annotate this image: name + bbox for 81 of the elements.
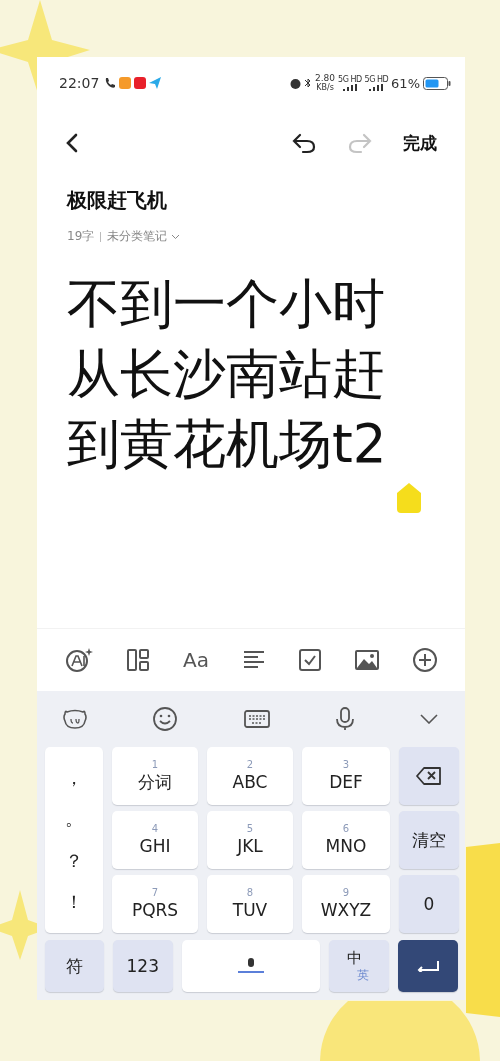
- chevron-down-icon: [171, 233, 181, 240]
- keypad-key[interactable]: 7 PQRS: [112, 875, 198, 933]
- punctuation-mark[interactable]: ！: [65, 890, 83, 915]
- cursor-handle[interactable]: [397, 483, 421, 513]
- punctuation-mark[interactable]: ？: [65, 848, 83, 873]
- phone-icon: [104, 77, 117, 89]
- keypad-key[interactable]: 9 WXYZ: [302, 875, 390, 933]
- note-text-line: 从长沙南站赶: [67, 342, 386, 406]
- key-label: TUV: [232, 899, 268, 921]
- key-label: DEF: [329, 771, 363, 793]
- send-icon: [149, 77, 162, 89]
- key-digit: 1: [151, 759, 159, 771]
- ai-icon[interactable]: [65, 648, 93, 672]
- language-key[interactable]: 中 英: [329, 940, 390, 992]
- collapse-icon[interactable]: [420, 714, 438, 724]
- delete-key[interactable]: [399, 747, 459, 805]
- note-text-line: 不到一个小时: [67, 272, 386, 336]
- key-label: ABC: [232, 771, 268, 793]
- undo-icon[interactable]: [291, 132, 317, 154]
- key-digit: 5: [246, 823, 254, 835]
- microphone-icon[interactable]: [335, 707, 354, 731]
- key-label: JKL: [237, 835, 263, 857]
- note-text-line: 到黄花机场t2: [67, 412, 388, 476]
- key-label: MNO: [325, 835, 367, 857]
- speed-unit: KB/s: [316, 83, 334, 92]
- symbols-key[interactable]: 符: [45, 940, 104, 992]
- clear-key[interactable]: 清空: [399, 811, 459, 869]
- key-digit: 7: [151, 887, 159, 899]
- keypad-key[interactable]: 5 JKL: [207, 811, 293, 869]
- back-icon[interactable]: [65, 132, 79, 154]
- key-label: 分词: [138, 771, 172, 793]
- key-digit: 6: [342, 823, 350, 835]
- network-label: 5G HD: [364, 75, 389, 84]
- key-digit: 8: [246, 887, 254, 899]
- bear-icon[interactable]: [63, 709, 87, 729]
- signal-icon: [341, 84, 358, 91]
- category-dropdown[interactable]: 未分类笔记: [107, 228, 181, 245]
- enter-icon: [417, 960, 440, 972]
- key-label: 英: [357, 967, 370, 983]
- key-label: GHI: [139, 835, 171, 857]
- battery-icon: [423, 76, 451, 90]
- done-button[interactable]: 完成: [403, 131, 437, 155]
- keypad-key[interactable]: 3 DEF: [302, 747, 390, 805]
- signal-icon: [368, 84, 385, 91]
- key-label: PQRS: [131, 899, 179, 921]
- align-icon[interactable]: [242, 651, 265, 669]
- add-icon[interactable]: [412, 648, 437, 672]
- note-title: 极限赶飞机: [67, 187, 168, 214]
- key-digit: 3: [342, 759, 350, 771]
- status-time: 22:07: [59, 75, 100, 91]
- battery-percent: 61%: [391, 75, 420, 91]
- keypad-key[interactable]: 8 TUV: [207, 875, 293, 933]
- key-label: WXYZ: [320, 899, 372, 921]
- key-digit: 4: [151, 823, 159, 835]
- app-icon: [134, 77, 147, 89]
- image-icon[interactable]: [354, 650, 379, 670]
- keypad-key[interactable]: 1 分词: [112, 747, 198, 805]
- key-digit: 9: [342, 887, 350, 899]
- keypad-key[interactable]: 4 GHI: [112, 811, 198, 869]
- punctuation-key[interactable]: ， 。 ？ ！: [45, 747, 103, 933]
- network-speed: 2.80: [315, 74, 336, 83]
- word-count: 19字: [67, 228, 95, 245]
- enter-key[interactable]: [398, 940, 458, 992]
- key-label: 中: [347, 949, 363, 967]
- backspace-icon: [416, 767, 442, 785]
- key-digit: 2: [246, 759, 254, 771]
- emoji-icon[interactable]: [153, 707, 178, 731]
- font-button[interactable]: Aa: [183, 648, 209, 672]
- zero-key[interactable]: 0: [399, 875, 459, 933]
- layout-icon[interactable]: [127, 649, 149, 671]
- keypad-key[interactable]: 6 MNO: [302, 811, 390, 869]
- bluetooth-icon: [304, 77, 312, 89]
- app-icon: [119, 77, 132, 89]
- numbers-key[interactable]: 123: [112, 940, 173, 992]
- network-label: 5G HD: [338, 75, 362, 84]
- microphone-icon: [236, 958, 265, 974]
- keyboard-icon[interactable]: [243, 710, 270, 728]
- keypad-key[interactable]: 2 ABC: [207, 747, 293, 805]
- punctuation-mark[interactable]: 。: [65, 807, 83, 832]
- checkbox-icon[interactable]: [298, 649, 321, 671]
- punctuation-mark[interactable]: ，: [65, 765, 83, 790]
